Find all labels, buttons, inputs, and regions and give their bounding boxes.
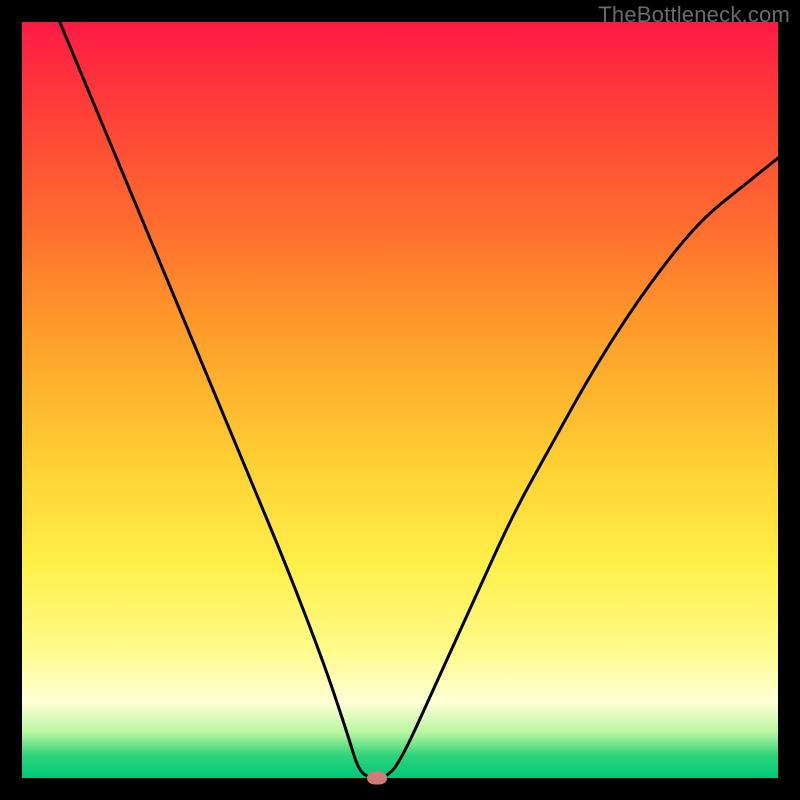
bottleneck-curve	[22, 22, 778, 778]
minimum-marker	[367, 772, 387, 785]
plot-area	[22, 22, 778, 778]
chart-frame: TheBottleneck.com	[0, 0, 800, 800]
watermark-text: TheBottleneck.com	[598, 2, 790, 28]
